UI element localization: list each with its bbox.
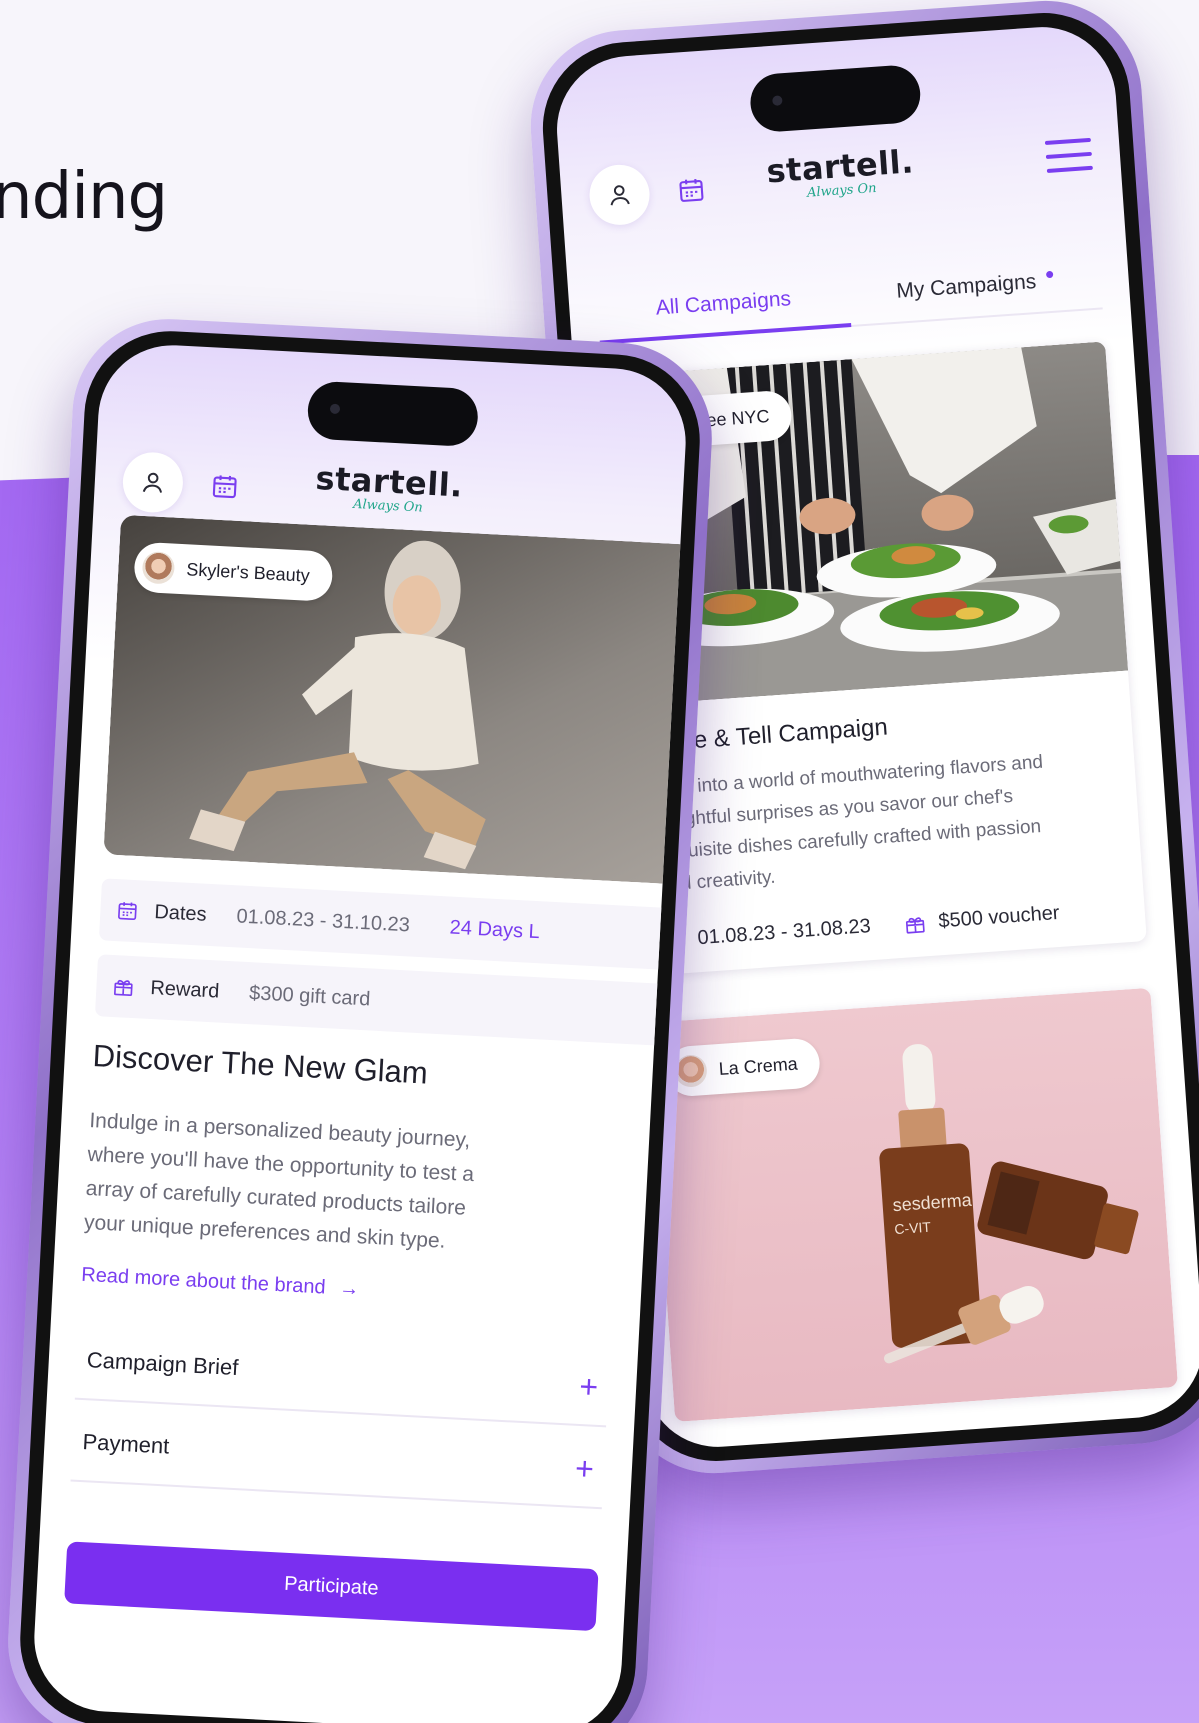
app-header: startell. Always On bbox=[587, 124, 1095, 239]
product-sublabel: C-VIT bbox=[894, 1219, 932, 1238]
tab-my-campaigns[interactable]: My Campaigns bbox=[847, 250, 1102, 325]
campaign-card-la-crema[interactable]: sesderma C-VIT La Crema bbox=[647, 987, 1179, 1422]
brand-name: Skyler's Beauty bbox=[185, 558, 311, 586]
plus-icon: + bbox=[578, 1367, 600, 1405]
startell-logo: startell. Always On bbox=[765, 142, 916, 203]
headline-text: nding bbox=[0, 160, 168, 234]
tab-all-campaigns-label: All Campaigns bbox=[655, 287, 792, 320]
profile-button[interactable] bbox=[121, 450, 185, 514]
tab-my-campaigns-label: My Campaigns bbox=[895, 270, 1037, 303]
reward-value: $500 voucher bbox=[937, 901, 1061, 933]
brand-chip-skylers-beauty[interactable]: Skyler's Beauty bbox=[133, 541, 334, 602]
plus-icon: + bbox=[574, 1449, 595, 1487]
reward-label: Reward bbox=[149, 976, 220, 1003]
startell-logo: startell. Always On bbox=[314, 459, 464, 518]
calendar-button[interactable] bbox=[206, 467, 244, 505]
accordion-label: Campaign Brief bbox=[86, 1347, 239, 1381]
dynamic-island bbox=[748, 63, 923, 134]
dynamic-island bbox=[306, 380, 480, 448]
hamburger-menu-button[interactable] bbox=[1044, 137, 1094, 181]
campaign-description: Indulge in a personalized beauty journey… bbox=[83, 1104, 549, 1264]
tab-all-campaigns[interactable]: All Campaigns bbox=[595, 267, 852, 345]
campaign-dates-row: Dates 01.08.23 - 31.10.23 24 Days L bbox=[98, 878, 690, 972]
arrow-right-icon: → bbox=[338, 1277, 360, 1301]
calendar-button[interactable] bbox=[672, 171, 710, 209]
read-more-label: Read more about the brand bbox=[80, 1263, 327, 1299]
campaign-title: Discover The New Glam bbox=[91, 1038, 429, 1091]
calendar-icon bbox=[118, 902, 137, 921]
campaign-tabs: All Campaigns My Campaigns bbox=[595, 249, 1103, 345]
reward-value: $300 gift card bbox=[248, 981, 371, 1010]
campaign-dates: 01.08.23 - 31.08.23 bbox=[663, 915, 872, 952]
calendar-icon bbox=[679, 178, 704, 202]
campaign-meta: 01.08.23 - 31.08.23 $500 voucher bbox=[663, 898, 1123, 953]
user-icon bbox=[142, 472, 163, 493]
dates-label: Dates bbox=[153, 900, 208, 926]
user-icon bbox=[610, 185, 630, 206]
card-body: Taste & Tell Campaign Step into a world … bbox=[625, 671, 1147, 976]
phone-mockup-front: startell. Always On Skyler's Beauty Date… bbox=[3, 314, 717, 1723]
phone-screen-campaign-detail: startell. Always On Skyler's Beauty Date… bbox=[30, 341, 690, 1723]
campaign-image-serum: sesderma C-VIT La Crema bbox=[647, 987, 1179, 1422]
dates-value: 01.08.23 - 31.10.23 bbox=[236, 904, 411, 936]
campaign-image-model: Skyler's Beauty bbox=[103, 514, 690, 886]
read-more-link[interactable]: Read more about the brand → bbox=[81, 1264, 360, 1302]
brand-chip-la-crema[interactable]: La Crema bbox=[665, 1037, 822, 1098]
accordion-label: Payment bbox=[81, 1429, 170, 1459]
logo-wordmark: startell. bbox=[314, 458, 464, 505]
gift-icon bbox=[906, 916, 926, 934]
gift-icon bbox=[114, 979, 133, 996]
campaign-reward: $500 voucher bbox=[904, 902, 1060, 936]
brand-avatar bbox=[141, 550, 176, 585]
brand-name: La Crema bbox=[718, 1053, 799, 1079]
calendar-icon bbox=[212, 475, 237, 499]
dates-value: 01.08.23 - 31.08.23 bbox=[696, 915, 872, 950]
participate-button[interactable]: Participate bbox=[64, 1541, 599, 1632]
days-left-badge: 24 Days L bbox=[449, 916, 541, 943]
campaign-reward-row: Reward $300 gift card bbox=[94, 954, 690, 1048]
notification-dot bbox=[1045, 270, 1053, 279]
campaign-description: Step into a world of mouthwatering flavo… bbox=[652, 742, 1120, 902]
profile-button[interactable] bbox=[587, 162, 652, 227]
